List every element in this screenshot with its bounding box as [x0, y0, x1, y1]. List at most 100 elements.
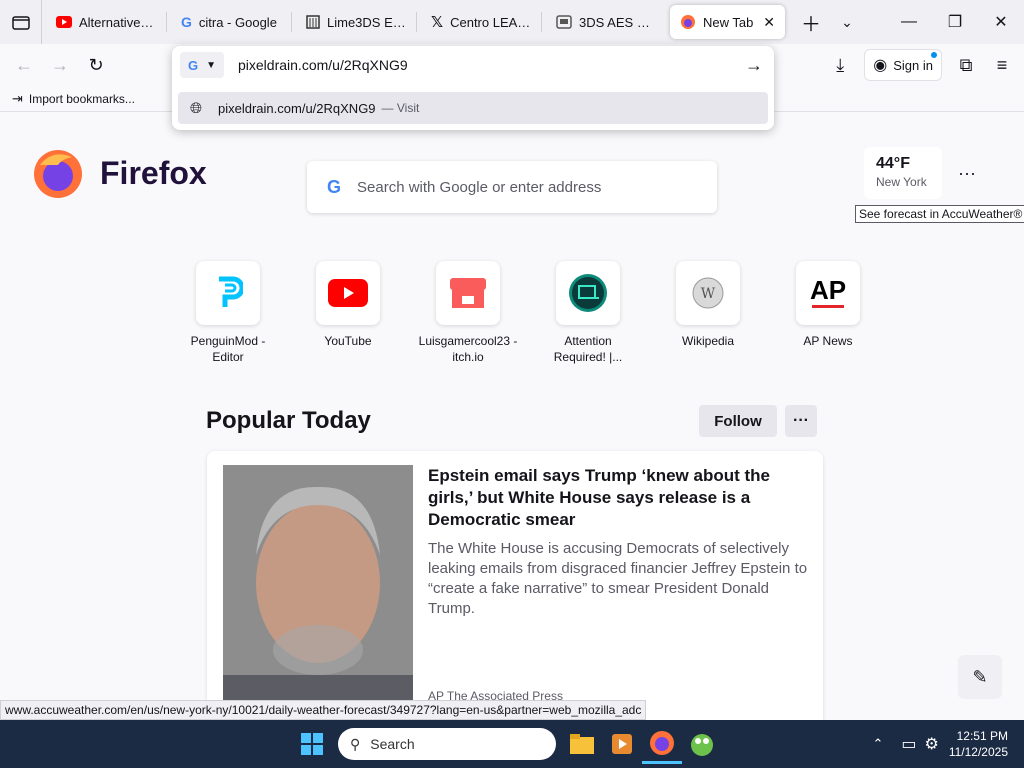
- tab-divider: [416, 12, 417, 32]
- story-headline[interactable]: Epstein email says Trump ‘knew about the…: [428, 465, 808, 531]
- story-photo: [223, 465, 413, 705]
- firefox-logo-icon: [34, 150, 82, 198]
- top-site-label: AP News: [803, 334, 853, 348]
- window-controls: — ❐ ✕: [886, 0, 1024, 44]
- globe-icon: 🌐︎: [190, 99, 203, 117]
- tray-chevron-up-icon[interactable]: ⌃: [872, 736, 883, 752]
- top-site-itchio[interactable]: Luisgamercool23 - itch.io: [408, 261, 528, 365]
- gamepad-icon: [556, 15, 572, 29]
- top-site-label: Luisgamercool23 - itch.io: [418, 334, 518, 364]
- suggestion-action: — Visit: [381, 101, 420, 115]
- svg-text:AP: AP: [810, 275, 846, 305]
- url-suggestion[interactable]: 🌐︎ pixeldrain.com/u/2RqXNG9 — Visit: [178, 92, 768, 124]
- newtab-search-box[interactable]: G Search with Google or enter address: [307, 161, 717, 213]
- url-bar-popup: G ▼ pixeldrain.com/u/2RqXNG9 → 🌐︎ pixeld…: [172, 46, 774, 130]
- search-engine-button[interactable]: G ▼: [180, 52, 224, 78]
- system-tray: ⌃ ▭ ⚙︎ 12:51 PM 11/12/2025: [872, 720, 1024, 768]
- taskbar-search[interactable]: ⚲ Search: [338, 728, 556, 760]
- notification-dot: [931, 52, 937, 58]
- tab-bar: Alternative Me G citra - Google Lime3DS …: [0, 0, 1024, 44]
- edit-pencil-icon[interactable]: ✎: [958, 655, 1002, 699]
- itchio-icon: [436, 261, 500, 325]
- suggestion-url: pixeldrain.com/u/2RqXNG9: [218, 100, 376, 116]
- chevron-down-icon: ▼: [206, 59, 217, 71]
- new-tab-page: Firefox G Search with Google or enter ad…: [0, 113, 1024, 720]
- tab-title: New Tab: [703, 14, 754, 30]
- apnews-icon: AP: [796, 261, 860, 325]
- file-explorer-icon[interactable]: [562, 724, 602, 764]
- taskbar-firefox-icon[interactable]: [642, 724, 682, 764]
- restore-icon[interactable]: ❐: [932, 0, 978, 44]
- extensions-icon[interactable]: ⧉: [948, 49, 984, 81]
- tab-title: Alternative Me: [79, 14, 156, 30]
- story-summary: The White House is accusing Democrats of…: [428, 540, 808, 617]
- suggestion-action-label: Visit: [396, 101, 420, 115]
- top-site-attention[interactable]: Attention Required! |...: [528, 261, 648, 365]
- sign-in-button[interactable]: ◉ Sign in: [864, 49, 942, 81]
- close-window-icon[interactable]: ✕: [978, 0, 1024, 44]
- section-menu-button[interactable]: ···: [785, 405, 817, 437]
- google-icon: G: [181, 14, 192, 30]
- menu-icon[interactable]: ≡: [984, 49, 1020, 81]
- minimize-icon[interactable]: —: [886, 0, 932, 44]
- top-site-youtube[interactable]: YouTube: [288, 261, 408, 365]
- url-bar[interactable]: G ▼ pixeldrain.com/u/2RqXNG9 →: [172, 46, 774, 84]
- forward-arrow-icon[interactable]: →: [42, 49, 78, 81]
- tabs-list-icon: [11, 16, 30, 30]
- top-sites: PenguinMod - Editor YouTube Luisgamercoo…: [168, 261, 888, 365]
- google-icon: G: [187, 57, 199, 73]
- wikipedia-icon: W: [676, 261, 740, 325]
- reload-icon[interactable]: ↻: [78, 49, 114, 81]
- tab-3ds-aes-keys[interactable]: 3DS AES Keys: [546, 5, 666, 39]
- tab-new-tab[interactable]: New Tab ✕: [670, 5, 785, 39]
- tab-alternative[interactable]: Alternative Me: [46, 5, 166, 39]
- taskbar-clock[interactable]: 12:51 PM 11/12/2025: [949, 728, 1008, 760]
- clock-date: 11/12/2025: [948, 745, 1008, 759]
- youtube-icon: [56, 16, 72, 28]
- media-player-icon[interactable]: [602, 724, 642, 764]
- list-all-tabs-button[interactable]: [0, 0, 42, 44]
- top-site-label: PenguinMod - Editor: [190, 334, 266, 364]
- story-card[interactable]: Epstein email says Trump ‘knew about the…: [207, 451, 823, 720]
- x-icon: 𝕏: [431, 14, 444, 31]
- attention-icon: [556, 261, 620, 325]
- tab-title: Lime3DS Emul: [327, 14, 406, 30]
- url-input[interactable]: pixeldrain.com/u/2RqXNG9: [238, 57, 734, 73]
- tab-lime3ds[interactable]: Lime3DS Emul: [296, 5, 416, 39]
- windows-start-icon[interactable]: [292, 724, 332, 764]
- close-tab-icon[interactable]: ✕: [763, 14, 775, 31]
- taskbar-search-label: Search: [370, 736, 415, 752]
- penguinmod-icon: [196, 261, 260, 325]
- tab-centro-leaks[interactable]: 𝕏 Centro LEAKS: [421, 5, 541, 39]
- weather-city: New York: [876, 175, 927, 189]
- tab-title: 3DS AES Keys: [579, 14, 656, 30]
- clock-time: 12:51 PM: [956, 729, 1008, 743]
- tab-title: citra - Google: [198, 14, 277, 30]
- toolbar-right: ⤓ ◉ Sign in ⧉ ≡: [822, 44, 1024, 86]
- back-arrow-icon[interactable]: ←: [6, 49, 42, 81]
- popular-today-heading: Popular Today: [206, 407, 371, 434]
- tab-divider: [541, 12, 542, 32]
- import-bookmarks-link[interactable]: Import bookmarks...: [29, 92, 135, 106]
- top-site-penguinmod[interactable]: PenguinMod - Editor: [168, 261, 288, 365]
- new-tab-button[interactable]: ＋: [793, 6, 829, 38]
- top-site-apnews[interactable]: AP AP News: [768, 261, 888, 365]
- weather-widget[interactable]: 44°F New York: [864, 147, 942, 199]
- windows-taskbar: ⚲ Search ⌃ ▭ ⚙︎ 12:51 PM 11/12/2025: [0, 720, 1024, 768]
- downloads-icon[interactable]: ⤓: [822, 49, 858, 81]
- weather-menu-button[interactable]: ···: [944, 153, 990, 193]
- youtube-icon: [316, 261, 380, 325]
- tab-citra[interactable]: G citra - Google: [171, 5, 291, 39]
- frog-app-icon[interactable]: [682, 724, 722, 764]
- volume-icon[interactable]: ⚙︎: [924, 734, 938, 754]
- go-arrow-icon[interactable]: →: [734, 55, 774, 76]
- weather-temperature: 44°F: [876, 155, 910, 172]
- list-tabs-chevron-icon[interactable]: ⌄: [829, 6, 865, 38]
- network-icon[interactable]: ▭: [901, 734, 916, 754]
- top-site-label: Wikipedia: [681, 334, 735, 348]
- tab-divider: [291, 12, 292, 32]
- follow-button[interactable]: Follow: [699, 405, 777, 437]
- search-placeholder: Search with Google or enter address: [357, 178, 602, 196]
- status-bar: www.accuweather.com/en/us/new-york-ny/10…: [0, 700, 647, 720]
- top-site-wikipedia[interactable]: W Wikipedia: [648, 261, 768, 365]
